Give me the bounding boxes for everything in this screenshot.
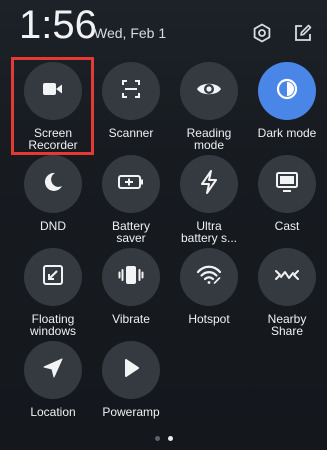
tile-button[interactable] — [102, 155, 160, 213]
date: Wed, Feb 1 — [94, 25, 167, 41]
eye-icon — [196, 80, 222, 103]
nearby-share-icon — [274, 267, 300, 288]
tile-reading-mode[interactable]: Reading mode — [170, 62, 248, 157]
battery-icon — [118, 174, 144, 195]
tile-label: Vibrate — [112, 312, 150, 326]
tile-button[interactable] — [24, 341, 82, 399]
tile-label: Nearby Share — [267, 312, 307, 338]
tile-button[interactable] — [102, 248, 160, 306]
vibrate-icon — [118, 264, 144, 291]
scan-icon — [119, 77, 143, 106]
tile-nearby-share[interactable]: Nearby Share — [248, 248, 326, 343]
tile-hotspot[interactable]: Hotspot — [170, 248, 248, 343]
tile-label: Cast — [274, 219, 300, 233]
tile-button[interactable] — [258, 155, 316, 213]
page-dot[interactable] — [154, 436, 160, 441]
tile-button[interactable] — [102, 62, 160, 120]
tile-button[interactable] — [102, 341, 160, 399]
tile-button[interactable] — [24, 248, 82, 306]
tile-label: Hotspot — [188, 312, 230, 326]
tile-cast[interactable]: Cast — [248, 155, 326, 250]
tile-button[interactable] — [180, 248, 238, 306]
tile-floating-windows[interactable]: Floating windows — [14, 248, 92, 343]
tile-poweramp[interactable]: Poweramp — [92, 341, 170, 436]
highlight-box — [11, 57, 94, 155]
status-header: 1:56 Wed, Feb 1 — [0, 0, 327, 56]
tile-label: Reading mode — [186, 126, 232, 152]
clock: 1:56 — [19, 3, 97, 47]
tile-button[interactable] — [258, 248, 316, 306]
edit-icon[interactable] — [292, 22, 314, 44]
tile-vibrate[interactable]: Vibrate — [92, 248, 170, 343]
tile-ultra-battery-saver[interactable]: Ultra battery s... — [170, 155, 248, 250]
tile-label: Location — [30, 405, 76, 419]
tile-dark-mode[interactable]: Dark mode — [248, 62, 326, 157]
floating-window-icon — [42, 264, 64, 291]
location-icon — [42, 357, 64, 384]
tile-label: Battery saver — [111, 219, 150, 245]
hotspot-icon — [196, 264, 222, 291]
tile-button[interactable] — [24, 155, 82, 213]
page-dot-current[interactable] — [167, 436, 173, 441]
tile-scanner[interactable]: Scanner — [92, 62, 170, 157]
moon-icon — [42, 171, 64, 198]
tile-label: Ultra battery s... — [180, 219, 238, 245]
tile-label: Floating windows — [29, 312, 77, 338]
dark-mode-icon — [275, 77, 299, 106]
tile-button[interactable] — [180, 155, 238, 213]
settings-icon[interactable] — [251, 22, 273, 44]
tile-dnd[interactable]: DND — [14, 155, 92, 250]
tile-label: Scanner — [108, 126, 154, 140]
tile-label: Dark mode — [257, 126, 317, 140]
tile-battery-saver[interactable]: Battery saver — [92, 155, 170, 250]
tile-label: DND — [40, 219, 66, 233]
play-icon — [121, 357, 141, 384]
cast-icon — [275, 171, 299, 198]
tile-label: Poweramp — [102, 405, 160, 419]
tile-location[interactable]: Location — [14, 341, 92, 436]
tile-button[interactable] — [258, 62, 316, 120]
page-indicator — [0, 436, 327, 441]
lightning-icon — [200, 169, 218, 199]
tile-button[interactable] — [180, 62, 238, 120]
